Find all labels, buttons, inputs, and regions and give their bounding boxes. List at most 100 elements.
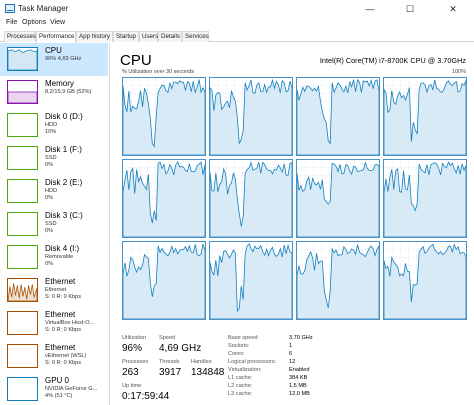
sidebar-item-detail: 4% (51 °C) — [45, 393, 73, 399]
tab-app-history[interactable]: App history — [76, 31, 113, 42]
sidebar-item-title: Disk 1 (F:) — [45, 145, 82, 154]
thumbnail-sparkline — [8, 213, 37, 235]
sidebar-item-disk-3[interactable]: Disk 3 (C:) SSD 0% — [0, 208, 108, 241]
sidebar-item-title: Ethernet — [45, 310, 76, 319]
sidebar-item-ethernet-wsl[interactable]: Ethernet vEthernet (WSL) S: 0 R: 0 Kbps — [0, 340, 108, 373]
thumbnail-sparkline — [8, 180, 37, 202]
spec-key: Cores: — [228, 351, 245, 357]
sidebar-thumbnail-graph — [7, 344, 38, 368]
sidebar-item-cpu[interactable]: CPU 96% 4,69 GHz — [0, 43, 108, 76]
sidebar-thumbnail-graph — [7, 179, 38, 203]
sidebar-item-detail: HDD — [45, 188, 58, 194]
logical-processor-graph — [209, 77, 293, 156]
thumbnail-sparkline — [8, 91, 37, 103]
utilization-trace — [297, 242, 379, 319]
sidebar-item-title: Memory — [45, 79, 74, 88]
sidebar-item-title: Ethernet — [45, 277, 76, 286]
spec-value: 384 KB — [289, 375, 308, 381]
sidebar-item-title: Disk 3 (C:) — [45, 211, 83, 220]
spec-value: 1,5 MB — [289, 383, 307, 389]
utilization-trace — [297, 160, 379, 237]
sidebar-item-detail: HDD — [45, 122, 58, 128]
utilization-trace — [210, 160, 292, 237]
sidebar-item-detail: 10% — [45, 129, 57, 135]
utilization-trace — [384, 160, 466, 237]
tab-users[interactable]: Users — [139, 31, 158, 42]
sidebar-item-detail: 0% — [45, 162, 54, 168]
utilization-trace — [123, 78, 205, 155]
sidebar-item-detail: 0% — [45, 228, 54, 234]
tab-services[interactable]: Services — [182, 31, 209, 42]
logical-processor-graphs — [122, 77, 467, 358]
sidebar-item-title: Disk 4 (I:) — [45, 244, 80, 253]
sidebar-item-gpu-0[interactable]: GPU 0 NVIDIA GeForce G... 4% (51 °C) — [0, 373, 108, 405]
thumbnail-sparkline — [8, 114, 37, 136]
spec-key: L1 cache: — [228, 375, 253, 381]
utilization-graph-max: 100% — [451, 69, 466, 75]
sidebar-item-detail: S: 0 R: 0 Kbps — [45, 327, 82, 333]
minimize-button[interactable]: — — [355, 0, 385, 18]
sidebar-thumbnail-graph — [7, 146, 38, 170]
sidebar-item-title: Disk 0 (D:) — [45, 112, 83, 121]
sidebar-item-detail: SSD — [45, 155, 57, 161]
sidebar-item-detail: 0% — [45, 195, 54, 201]
cpu-model-name: Intel(R) Core(TM) i7-8700K CPU @ 3.70GHz — [319, 56, 466, 65]
sidebar-item-detail: Removable — [45, 254, 74, 260]
sidebar-item-memory[interactable]: Memory 8,2/15,9 GB (52%) — [0, 76, 108, 109]
sidebar-item-title: CPU — [45, 46, 62, 55]
tab-details[interactable]: Details — [158, 31, 182, 42]
sidebar-thumbnail-graph — [7, 80, 38, 104]
spec-key: L3 cache: — [228, 391, 253, 397]
sidebar-item-detail: Ethernet — [45, 287, 67, 293]
sidebar-thumbnail-graph — [7, 278, 38, 302]
task-manager-icon — [5, 4, 15, 13]
spec-value: 12,0 MB — [289, 391, 310, 397]
sidebar-item-disk-2[interactable]: Disk 2 (E:) HDD 0% — [0, 175, 108, 208]
tab-startup[interactable]: Startup — [113, 31, 139, 42]
sidebar-item-ethernet-virtualbox[interactable]: Ethernet VirtualBox Host-O... S: 0 R: 0 Kb… — [0, 307, 108, 340]
logical-processor-graph — [122, 77, 206, 156]
sidebar-item-detail: 96% 4,69 GHz — [45, 56, 82, 62]
logical-processor-graph — [296, 241, 380, 320]
spec-key: L2 cache: — [228, 383, 253, 389]
utilization-trace — [123, 160, 205, 237]
logical-processor-graph — [383, 159, 467, 238]
task-manager-window: Task Manager — ☐ ✕ File Options View Pro… — [0, 0, 474, 405]
spec-key: Virtualization: — [228, 367, 262, 373]
sidebar-item-detail: 0% — [45, 261, 54, 267]
menu-options[interactable]: Options — [22, 19, 46, 26]
spec-value: 12 — [289, 359, 296, 365]
thumbnail-sparkline — [8, 246, 37, 268]
utilization-value: 96% — [122, 343, 143, 354]
sidebar-item-disk-1[interactable]: Disk 1 (F:) SSD 0% — [0, 142, 108, 175]
tab-processes[interactable]: Processes — [4, 31, 36, 42]
menu-file[interactable]: File — [6, 19, 17, 26]
processes-value: 263 — [122, 367, 139, 378]
sidebar-thumbnail-graph — [7, 311, 38, 335]
sidebar-thumbnail-graph — [7, 245, 38, 269]
threads-value: 3917 — [159, 367, 182, 378]
uptime-value: 0:17:59:44 — [122, 391, 170, 402]
sidebar-item-disk-0[interactable]: Disk 0 (D:) HDD 10% — [0, 109, 108, 142]
menu-view[interactable]: View — [50, 19, 65, 26]
tab-performance[interactable]: Performance — [36, 31, 76, 43]
menu-bar: File Options View — [0, 18, 474, 30]
sidebar-item-disk-4[interactable]: Disk 4 (I:) Removable 0% — [0, 241, 108, 274]
thumbnail-sparkline — [8, 49, 37, 70]
sidebar-item-detail: SSD — [45, 221, 57, 227]
sidebar-item-title: GPU 0 — [45, 376, 70, 385]
speed-value: 4,69 GHz — [159, 343, 202, 354]
page-title: CPU — [120, 52, 152, 69]
close-button[interactable]: ✕ — [438, 0, 468, 18]
sidebar-item-title: Disk 2 (E:) — [45, 178, 83, 187]
logical-processor-graph — [296, 77, 380, 156]
tab-bar: Processes Performance App history Startu… — [0, 30, 474, 43]
maximize-button[interactable]: ☐ — [395, 0, 425, 18]
sidebar-item-detail: vEthernet (WSL) — [45, 353, 87, 359]
speed-label: Speed — [159, 335, 176, 341]
thumbnail-sparkline — [8, 378, 37, 400]
spec-key: Base speed: — [228, 335, 260, 341]
sidebar-item-ethernet[interactable]: Ethernet Ethernet S: 0 R: 0 Kbps — [0, 274, 108, 307]
logical-processor-graph — [122, 241, 206, 320]
processes-label: Processes — [122, 359, 149, 365]
